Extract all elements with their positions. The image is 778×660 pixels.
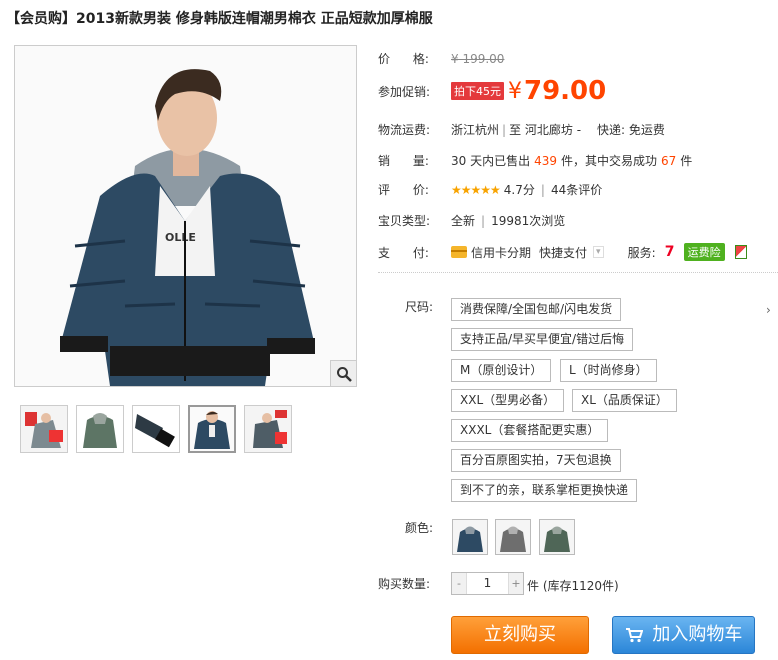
thumbnail-2[interactable] <box>76 405 124 453</box>
type-row: 宝贝类型: 全新 | 19981次浏览 <box>378 212 565 229</box>
thumbnail-5[interactable] <box>244 405 292 453</box>
seven-day-return-icon[interactable]: 7 <box>662 244 678 260</box>
quantity-stepper: - 1 + <box>451 572 524 595</box>
promo-label: 参加促销: <box>378 84 431 99</box>
buy-now-button[interactable]: 立刻购买 <box>451 616 589 654</box>
sku-option-size-xxxl[interactable]: XXXL（套餐搭配更实惠） <box>451 419 609 442</box>
thumbnail-2-image <box>77 406 123 452</box>
payment-row: 支 付: 信用卡分期 快捷支付 ▾ 服务: 7 运费险 <box>378 243 747 261</box>
sku-option-size-l[interactable]: L（时尚修身） <box>560 359 657 382</box>
buy-now-label: 立刻购买 <box>484 624 556 645</box>
color-label: 颜色: <box>405 521 434 535</box>
pay-credit-installment[interactable]: 信用卡分期 <box>471 244 531 261</box>
original-price: ¥ 199.00 <box>451 51 505 66</box>
sales-success-count: 67 <box>661 153 677 168</box>
info-divider <box>378 272 778 273</box>
rating-label: 评 价: <box>378 183 429 197</box>
color-swatch-green[interactable] <box>539 519 575 555</box>
more-options-arrow-icon[interactable]: › <box>766 303 771 317</box>
thumbnail-3[interactable] <box>132 405 180 453</box>
type-value: 全新 <box>451 214 476 228</box>
main-product-image[interactable]: OLLE <box>14 45 357 387</box>
sales-count: 439 <box>534 153 557 168</box>
zoom-button[interactable] <box>330 360 356 386</box>
qty-input[interactable]: 1 <box>466 573 509 594</box>
thumbnail-1[interactable] <box>20 405 68 453</box>
shipping-insurance-badge[interactable]: 运费险 <box>683 243 725 261</box>
sku-option-1[interactable]: 消费保障/全国包邮/闪电发货 <box>451 298 622 321</box>
shipping-separator: | <box>502 122 507 137</box>
promo-currency-symbol: ¥ <box>508 78 522 104</box>
add-to-cart-button[interactable]: 加入购物车 <box>612 616 755 654</box>
rating-stars-icon: ★★★★★ <box>451 182 501 197</box>
rating-reviews-link[interactable]: 44条评价 <box>551 181 602 198</box>
shipping-method: 快递: 免运费 <box>597 123 665 137</box>
qty-decrease-button[interactable]: - <box>452 573 466 594</box>
sales-unit: 件 <box>680 154 693 168</box>
pay-quick[interactable]: 快捷支付 <box>539 244 587 261</box>
svg-text:OLLE: OLLE <box>165 231 196 244</box>
pay-label: 支 付: <box>378 245 429 260</box>
active-thumb-arrow-icon <box>207 405 217 406</box>
pay-dropdown-icon[interactable]: ▾ <box>593 246 604 258</box>
service-label: 服务: <box>627 245 656 260</box>
thumbnail-3-image <box>133 406 179 452</box>
sku-option-size-xxl[interactable]: XXL（型男必备） <box>451 389 565 412</box>
qty-increase-button[interactable]: + <box>509 573 523 594</box>
color-swatch-navy-image <box>453 520 487 554</box>
sku-option-2[interactable]: 支持正品/早买早便宜/错过后悔 <box>451 328 634 351</box>
cart-icon <box>625 628 643 643</box>
rating-separator: | <box>540 182 545 197</box>
sku-option-size-xl[interactable]: XL（品质保证） <box>572 389 677 412</box>
thumbnail-5-image <box>245 406 291 452</box>
color-swatch-grey[interactable] <box>495 519 531 555</box>
shipping-from: 浙江杭州 <box>451 123 500 137</box>
thumbnail-1-image <box>21 406 67 452</box>
stock-text: 件 (库存1120件) <box>527 579 619 593</box>
service-flag-icon[interactable] <box>734 245 747 259</box>
promo-row: 参加促销: 拍下45元 ¥ 79.00 <box>378 76 606 106</box>
shipping-row: 物流运费: 浙江杭州 | 至 河北廊坊 - 快递: 免运费 <box>378 121 665 138</box>
sales-prefix: 30 天内已售出 <box>451 154 531 168</box>
promo-tag-badge: 拍下45元 <box>451 82 504 100</box>
shipping-label: 物流运费: <box>378 123 431 137</box>
sku-option-8[interactable]: 百分百原图实拍，7天包退换 <box>451 449 621 472</box>
sales-label: 销 量: <box>378 154 429 168</box>
rating-row: 评 价: ★★★★★ 4.7分 | 44条评价 <box>378 181 602 198</box>
rating-score: 4.7分 <box>503 183 535 197</box>
magnifier-icon <box>336 366 352 382</box>
price-row: 价 格: ¥ 199.00 <box>378 50 504 67</box>
price-label: 价 格: <box>378 52 429 66</box>
color-swatch-green-image <box>540 520 574 554</box>
size-label: 尺码: <box>405 300 434 314</box>
add-to-cart-label: 加入购物车 <box>652 624 743 645</box>
product-title: 【会员购】2013新款男装 修身韩版连帽潮男棉衣 正品短款加厚棉服 <box>6 11 433 27</box>
jacket-model-illustration: OLLE <box>15 46 356 386</box>
sales-row: 销 量: 30 天内已售出 439 件，其中交易成功 67 件 <box>378 152 692 169</box>
qty-label: 购买数量: <box>378 577 431 591</box>
shipping-destination-select[interactable]: 至 河北廊坊 - <box>509 121 581 138</box>
sku-option-size-m[interactable]: M（原创设计） <box>451 359 552 382</box>
sales-middle: 件，其中交易成功 <box>561 154 658 168</box>
thumbnail-4-active[interactable] <box>188 405 236 453</box>
color-swatch-grey-image <box>496 520 530 554</box>
type-label: 宝贝类型: <box>378 214 431 228</box>
credit-card-icon <box>451 246 467 258</box>
type-separator: | <box>481 213 486 228</box>
sku-option-9[interactable]: 到不了的亲，联系掌柜更换快递 <box>451 479 638 502</box>
type-views: 19981次浏览 <box>491 214 566 228</box>
promo-price: 79.00 <box>524 76 607 106</box>
color-swatch-navy[interactable] <box>452 519 488 555</box>
thumbnail-4-image <box>190 407 234 451</box>
